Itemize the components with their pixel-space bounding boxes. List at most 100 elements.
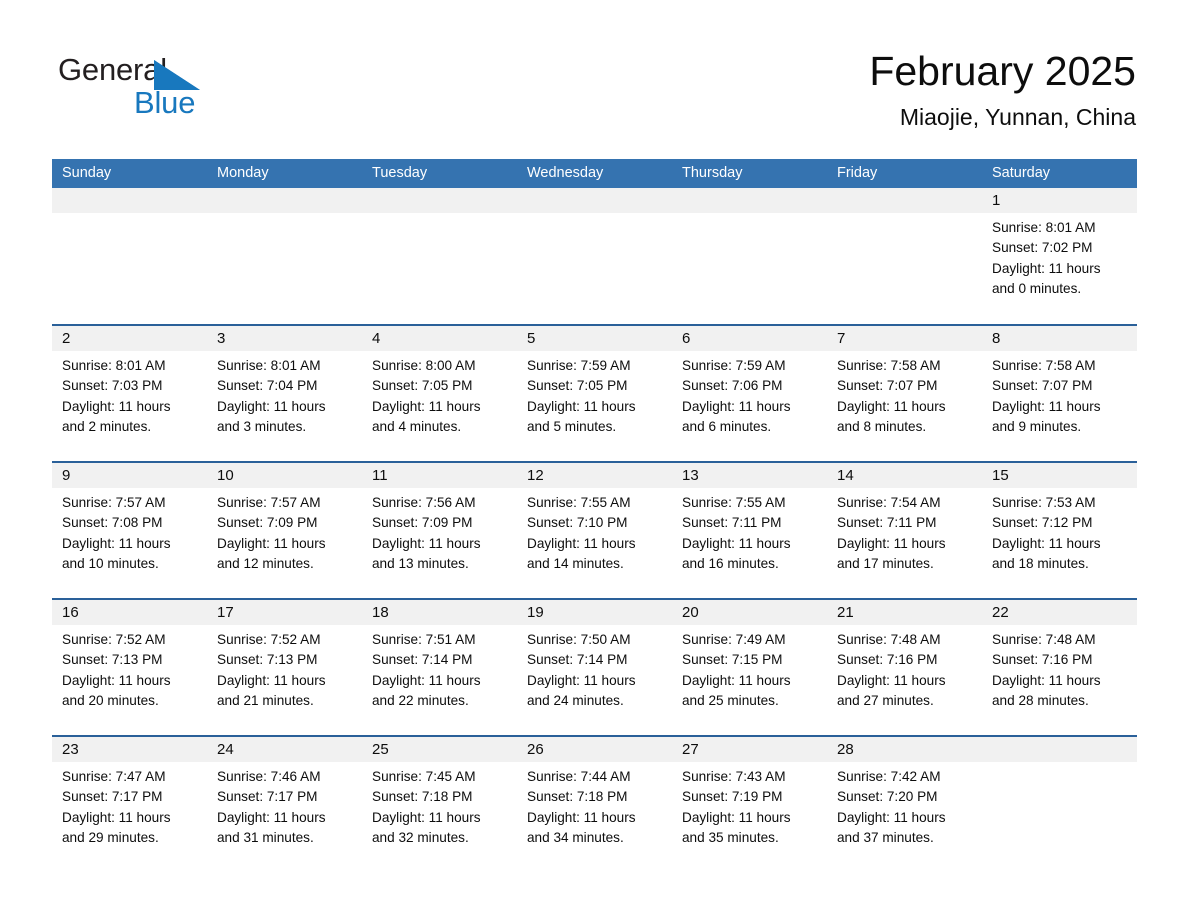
- day-cell-3[interactable]: 3 Sunrise: 8:01 AM Sunset: 7:04 PM Daylight…: [207, 326, 362, 461]
- day-cell-11[interactable]: 11 Sunrise: 7:56 AM Sunset: 7:09 PM Dayligh…: [362, 463, 517, 598]
- daylight-text-line1: Daylight: 11 hours: [217, 535, 326, 551]
- weekday-header-tuesday: Tuesday: [372, 165, 428, 181]
- day-cell-24[interactable]: 24 Sunrise: 7:46 AM Sunset: 7:17 PM Dayligh…: [207, 737, 362, 872]
- day-number: 17: [217, 604, 234, 621]
- day-number-band: [672, 188, 827, 213]
- day-cell-26[interactable]: 26 Sunrise: 7:44 AM Sunset: 7:18 PM Dayligh…: [517, 737, 672, 872]
- day-details: Sunrise: 7:48 AM Sunset: 7:16 PM Daylight:…: [827, 625, 982, 711]
- day-number: 24: [217, 741, 234, 758]
- day-cell-10[interactable]: 10 Sunrise: 7:57 AM Sunset: 7:09 PM Dayligh…: [207, 463, 362, 598]
- sunrise-text: Sunrise: 7:48 AM: [992, 632, 1096, 647]
- day-cell-23[interactable]: 23 Sunrise: 7:47 AM Sunset: 7:17 PM Dayligh…: [52, 737, 207, 872]
- day-cell-12[interactable]: 12 Sunrise: 7:55 AM Sunset: 7:10 PM Dayligh…: [517, 463, 672, 598]
- day-cell-13[interactable]: 13 Sunrise: 7:55 AM Sunset: 7:11 PM Dayligh…: [672, 463, 827, 598]
- sunrise-text: Sunrise: 7:58 AM: [837, 358, 941, 373]
- day-cell-1[interactable]: 1 Sunrise: 8:01 AM Sunset: 7:02 PM Daylight…: [982, 188, 1137, 324]
- daylight-text-line1: Daylight: 11 hours: [527, 535, 636, 551]
- day-cell-6[interactable]: 6 Sunrise: 7:59 AM Sunset: 7:06 PM Daylight…: [672, 326, 827, 461]
- day-cell-14[interactable]: 14 Sunrise: 7:54 AM Sunset: 7:11 PM Dayligh…: [827, 463, 982, 598]
- day-cell-28[interactable]: 28 Sunrise: 7:42 AM Sunset: 7:20 PM Dayligh…: [827, 737, 982, 872]
- daylight-text-line2: and 31 minutes.: [217, 829, 314, 845]
- day-number-band: 20: [672, 600, 827, 625]
- day-cell-7[interactable]: 7 Sunrise: 7:58 AM Sunset: 7:07 PM Daylight…: [827, 326, 982, 461]
- sunrise-text: Sunrise: 7:44 AM: [527, 769, 631, 784]
- daylight-text-line1: Daylight: 11 hours: [217, 672, 326, 688]
- sunset-text: Sunset: 7:16 PM: [837, 652, 938, 668]
- daylight-text-line2: and 17 minutes.: [837, 555, 934, 571]
- day-number-band: 17: [207, 600, 362, 625]
- weekday-header-thursday: Thursday: [682, 165, 743, 181]
- day-cell-16[interactable]: 16 Sunrise: 7:52 AM Sunset: 7:13 PM Dayligh…: [52, 600, 207, 735]
- day-details: Sunrise: 7:52 AM Sunset: 7:13 PM Daylight:…: [207, 625, 362, 711]
- day-cell-27[interactable]: 27 Sunrise: 7:43 AM Sunset: 7:19 PM Dayligh…: [672, 737, 827, 872]
- day-number-band: 24: [207, 737, 362, 762]
- day-number-band: 13: [672, 463, 827, 488]
- day-cell-20[interactable]: 20 Sunrise: 7:49 AM Sunset: 7:15 PM Dayligh…: [672, 600, 827, 735]
- page-header: General Blue February 2025 Miaojie, Yunn…: [52, 46, 1136, 142]
- day-cell-22[interactable]: 22 Sunrise: 7:48 AM Sunset: 7:16 PM Dayligh…: [982, 600, 1137, 735]
- daylight-text-line1: Daylight: 11 hours: [62, 398, 171, 414]
- day-details: [517, 213, 672, 218]
- daylight-text-line1: Daylight: 11 hours: [837, 672, 946, 688]
- day-details: Sunrise: 7:44 AM Sunset: 7:18 PM Daylight:…: [517, 762, 672, 848]
- day-cell-15[interactable]: 15 Sunrise: 7:53 AM Sunset: 7:12 PM Dayligh…: [982, 463, 1137, 598]
- day-number-band: 14: [827, 463, 982, 488]
- day-cell-4[interactable]: 4 Sunrise: 8:00 AM Sunset: 7:05 PM Daylight…: [362, 326, 517, 461]
- day-cell-25[interactable]: 25 Sunrise: 7:45 AM Sunset: 7:18 PM Dayligh…: [362, 737, 517, 872]
- day-cell-19[interactable]: 19 Sunrise: 7:50 AM Sunset: 7:14 PM Dayligh…: [517, 600, 672, 735]
- day-number: 8: [992, 330, 1001, 347]
- day-number-band: 8: [982, 326, 1137, 351]
- day-number: 3: [217, 330, 226, 347]
- day-details: Sunrise: 7:46 AM Sunset: 7:17 PM Daylight:…: [207, 762, 362, 848]
- day-details: Sunrise: 8:00 AM Sunset: 7:05 PM Daylight:…: [362, 351, 517, 437]
- sunrise-text: Sunrise: 7:45 AM: [372, 769, 476, 784]
- daylight-text-line2: and 6 minutes.: [682, 418, 772, 434]
- calendar-week-row: 2 Sunrise: 8:01 AM Sunset: 7:03 PM Daylight…: [52, 324, 1137, 461]
- day-number: 7: [837, 330, 846, 347]
- day-cell-9[interactable]: 9 Sunrise: 7:57 AM Sunset: 7:08 PM Daylight…: [52, 463, 207, 598]
- sunset-text: Sunset: 7:05 PM: [372, 378, 473, 394]
- sunset-text: Sunset: 7:06 PM: [682, 378, 783, 394]
- sunrise-text: Sunrise: 8:01 AM: [217, 358, 321, 373]
- daylight-text-line1: Daylight: 11 hours: [682, 535, 791, 551]
- day-number-band: 22: [982, 600, 1137, 625]
- sunset-text: Sunset: 7:09 PM: [217, 515, 318, 531]
- sunset-text: Sunset: 7:11 PM: [682, 515, 782, 531]
- daylight-text-line2: and 21 minutes.: [217, 692, 314, 708]
- daylight-text-line2: and 5 minutes.: [527, 418, 617, 434]
- weekday-header-row: Sunday Monday Tuesday Wednesday Thursday Frid…: [52, 159, 1137, 188]
- day-details: [982, 762, 1137, 767]
- sunset-text: Sunset: 7:11 PM: [837, 515, 937, 531]
- day-number-band: [827, 188, 982, 213]
- day-number: 27: [682, 741, 699, 758]
- weekday-header-friday: Friday: [837, 165, 878, 181]
- daylight-text-line1: Daylight: 11 hours: [837, 809, 946, 825]
- daylight-text-line1: Daylight: 11 hours: [992, 260, 1101, 276]
- daylight-text-line1: Daylight: 11 hours: [682, 398, 791, 414]
- day-details: Sunrise: 7:47 AM Sunset: 7:17 PM Daylight:…: [52, 762, 207, 848]
- day-number-band: 9: [52, 463, 207, 488]
- day-details: Sunrise: 7:58 AM Sunset: 7:07 PM Daylight:…: [827, 351, 982, 437]
- day-cell-empty: [517, 188, 672, 324]
- daylight-text-line1: Daylight: 11 hours: [372, 535, 481, 551]
- generalblue-logo[interactable]: General Blue: [58, 52, 258, 126]
- logo-text-blue: Blue: [134, 85, 196, 120]
- day-number-band: 2: [52, 326, 207, 351]
- day-number-band: [52, 188, 207, 213]
- day-number: 6: [682, 330, 691, 347]
- daylight-text-line2: and 10 minutes.: [62, 555, 159, 571]
- day-number: 10: [217, 467, 234, 484]
- day-cell-5[interactable]: 5 Sunrise: 7:59 AM Sunset: 7:05 PM Daylight…: [517, 326, 672, 461]
- day-cell-17[interactable]: 17 Sunrise: 7:52 AM Sunset: 7:13 PM Dayligh…: [207, 600, 362, 735]
- day-details: [207, 213, 362, 218]
- day-number: 12: [527, 467, 544, 484]
- day-cell-21[interactable]: 21 Sunrise: 7:48 AM Sunset: 7:16 PM Dayligh…: [827, 600, 982, 735]
- day-number-band: 7: [827, 326, 982, 351]
- day-details: [827, 213, 982, 218]
- day-cell-2[interactable]: 2 Sunrise: 8:01 AM Sunset: 7:03 PM Daylight…: [52, 326, 207, 461]
- calendar-table: Sunday Monday Tuesday Wednesday Thursday Frid…: [52, 159, 1137, 872]
- daylight-text-line2: and 25 minutes.: [682, 692, 779, 708]
- logo-text-general: General: [58, 52, 167, 87]
- day-cell-8[interactable]: 8 Sunrise: 7:58 AM Sunset: 7:07 PM Daylight…: [982, 326, 1137, 461]
- day-cell-18[interactable]: 18 Sunrise: 7:51 AM Sunset: 7:14 PM Dayligh…: [362, 600, 517, 735]
